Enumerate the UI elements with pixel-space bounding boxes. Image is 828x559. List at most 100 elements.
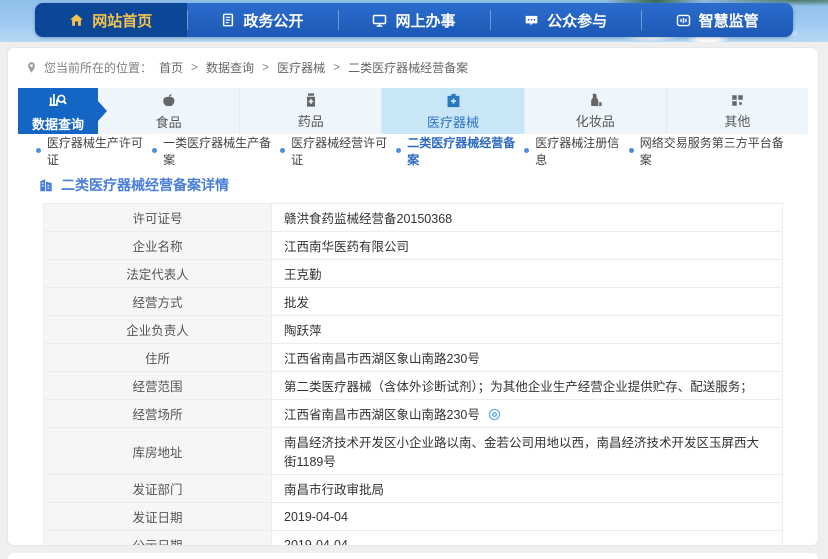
field-label: 公示日期 [44, 531, 272, 546]
nav-item-online-services[interactable]: 网上办事 [338, 3, 490, 37]
table-row: 经营场所 江西省南昌市西湖区象山南路230号 [44, 400, 783, 428]
field-label: 住所 [44, 344, 272, 372]
field-value: 2019-04-04 [284, 510, 348, 524]
breadcrumb-data-query[interactable]: 数据查询 [206, 59, 254, 76]
detail-table-body: 许可证号 赣洪食药监械经营备20150368 企业名称 江西南华医药有限公司 法… [44, 204, 783, 546]
tab-label: 食品 [156, 112, 182, 131]
subnav-label: 网络交易服务第三方平台备案 [640, 134, 792, 168]
table-row: 发证日期 2019-04-04 [44, 503, 783, 531]
field-label: 经营场所 [44, 400, 272, 428]
subnav-class1-production-filing[interactable]: 一类医疗器械生产备案 [152, 134, 280, 168]
subnav-class2-operation-filing[interactable]: 二类医疗器械经营备案 [396, 134, 524, 168]
nav-item-home[interactable]: 网站首页 [35, 3, 187, 37]
subnav-label: 医疗器械注册信息 [535, 134, 629, 168]
field-label: 发证日期 [44, 503, 272, 531]
food-icon [160, 92, 177, 109]
cosmetics-icon [587, 92, 603, 108]
nav-item-label: 政务公开 [243, 10, 303, 31]
location-pin-icon[interactable] [488, 408, 501, 421]
building-icon [38, 177, 54, 193]
next-section-card-edge [8, 553, 818, 559]
table-row: 发证部门 南昌市行政审批局 [44, 475, 783, 503]
field-value: 陶跃萍 [284, 324, 322, 338]
tab-medical-device[interactable]: 医疗器械 [381, 88, 523, 134]
document-icon [221, 13, 235, 27]
subnav-label: 医疗器械生产许可证 [47, 134, 152, 168]
tab-label: 医疗器械 [427, 112, 479, 131]
field-value: 江西南华医药有限公司 [284, 240, 409, 254]
breadcrumb-prefix: 您当前所在的位置： [44, 59, 152, 76]
field-label: 企业负责人 [44, 316, 272, 344]
field-label: 经营方式 [44, 288, 272, 316]
field-value: 王克勤 [284, 268, 322, 282]
breadcrumb-current-page: 二类医疗器械经营备案 [348, 59, 468, 76]
tab-data-query[interactable]: 数据查询 [18, 88, 98, 134]
subnav-third-party-platform-filing[interactable]: 网络交易服务第三方平台备案 [629, 134, 792, 168]
table-row: 经营方式 批发 [44, 288, 783, 316]
tab-cosmetics[interactable]: 化妆品 [524, 88, 666, 134]
nav-item-label: 智慧监管 [699, 10, 759, 31]
nav-item-label: 网上办事 [395, 10, 455, 31]
table-row: 公示日期 2019-04-04 [44, 531, 783, 546]
field-label: 许可证号 [44, 204, 272, 232]
tab-other[interactable]: 其他 [666, 88, 808, 134]
nav-item-public-participation[interactable]: 公众参与 [490, 3, 642, 37]
field-label: 发证部门 [44, 475, 272, 503]
subnav-production-license[interactable]: 医疗器械生产许可证 [36, 134, 152, 168]
breadcrumb-separator: > [191, 60, 198, 74]
tab-food[interactable]: 食品 [98, 88, 239, 134]
field-label: 库房地址 [44, 428, 272, 475]
table-row: 企业名称 江西南华医药有限公司 [44, 232, 783, 260]
tab-drug[interactable]: 药品 [239, 88, 381, 134]
tab-label: 其他 [724, 111, 750, 130]
field-value: 2019-04-04 [284, 538, 348, 546]
speech-bubble-icon [524, 13, 539, 28]
section-title: 二类医疗器械经营备案详情 [38, 175, 818, 195]
subnav-label: 二类医疗器械经营备案 [407, 134, 524, 168]
nav-item-label: 公众参与 [547, 10, 607, 31]
detail-table: 许可证号 赣洪食药监械经营备20150368 企业名称 江西南华医药有限公司 法… [43, 203, 783, 545]
tab-label: 数据查询 [32, 114, 84, 133]
breadcrumb-home[interactable]: 首页 [159, 59, 183, 76]
tab-label: 药品 [298, 111, 324, 130]
smart-supervision-icon [676, 13, 691, 28]
sub-navigation: 医疗器械生产许可证 一类医疗器械生产备案 医疗器械经营许可证 二类医疗器械经营备… [8, 134, 818, 167]
field-value: 江西省南昌市西湖区象山南路230号 [284, 408, 480, 422]
tab-label: 化妆品 [576, 111, 615, 130]
bullet-dot-icon [280, 148, 285, 153]
bullet-dot-icon [524, 148, 529, 153]
table-row: 企业负责人 陶跃萍 [44, 316, 783, 344]
subnav-label: 一类医疗器械生产备案 [163, 134, 280, 168]
subnav-label: 医疗器械经营许可证 [291, 134, 396, 168]
bullet-dot-icon [629, 148, 634, 153]
table-row: 法定代表人 王克勤 [44, 260, 783, 288]
nav-item-smart-supervision[interactable]: 智慧监管 [641, 3, 793, 37]
drug-icon [303, 92, 319, 108]
nav-item-label: 网站首页 [92, 10, 152, 31]
medical-device-icon [445, 92, 462, 109]
table-row: 许可证号 赣洪食药监械经营备20150368 [44, 204, 783, 232]
section-title-text: 二类医疗器械经营备案详情 [61, 175, 229, 195]
grid-icon [730, 93, 745, 108]
subnav-operation-license[interactable]: 医疗器械经营许可证 [280, 134, 396, 168]
bullet-dot-icon [36, 148, 41, 153]
field-value: 第二类医疗器械（含体外诊断试剂）；为其他企业生产经营企业提供贮存、配送服务； [284, 380, 753, 394]
monitor-icon [372, 13, 387, 28]
field-value: 批发 [284, 296, 309, 310]
field-value: 南昌市行政审批局 [284, 483, 384, 497]
table-row: 经营范围 第二类医疗器械（含体外诊断试剂）；为其他企业生产经营企业提供贮存、配送… [44, 372, 783, 400]
table-row: 库房地址 南昌经济技术开发区小企业路以南、金若公司用地以西，南昌经济技术开发区玉… [44, 428, 783, 475]
chart-search-icon [48, 90, 68, 111]
bullet-dot-icon [396, 148, 401, 153]
bullet-dot-icon [152, 148, 157, 153]
category-tabs: 数据查询 食品 药品 医疗器械 化妆品 其他 [18, 88, 808, 134]
field-label: 企业名称 [44, 232, 272, 260]
field-value: 江西省南昌市西湖区象山南路230号 [284, 352, 480, 366]
nav-item-gov-affairs[interactable]: 政务公开 [187, 3, 339, 37]
field-value: 南昌经济技术开发区小企业路以南、金若公司用地以西，南昌经济技术开发区玉屏西大街1… [284, 436, 759, 469]
content-card: 您当前所在的位置： 首页 > 数据查询 > 医疗器械 > 二类医疗器械经营备案 … [8, 48, 818, 545]
location-pin-outline-icon [26, 61, 37, 74]
breadcrumb-medical-device[interactable]: 医疗器械 [277, 59, 325, 76]
subnav-registration-info[interactable]: 医疗器械注册信息 [524, 134, 629, 168]
breadcrumb-separator: > [262, 60, 269, 74]
